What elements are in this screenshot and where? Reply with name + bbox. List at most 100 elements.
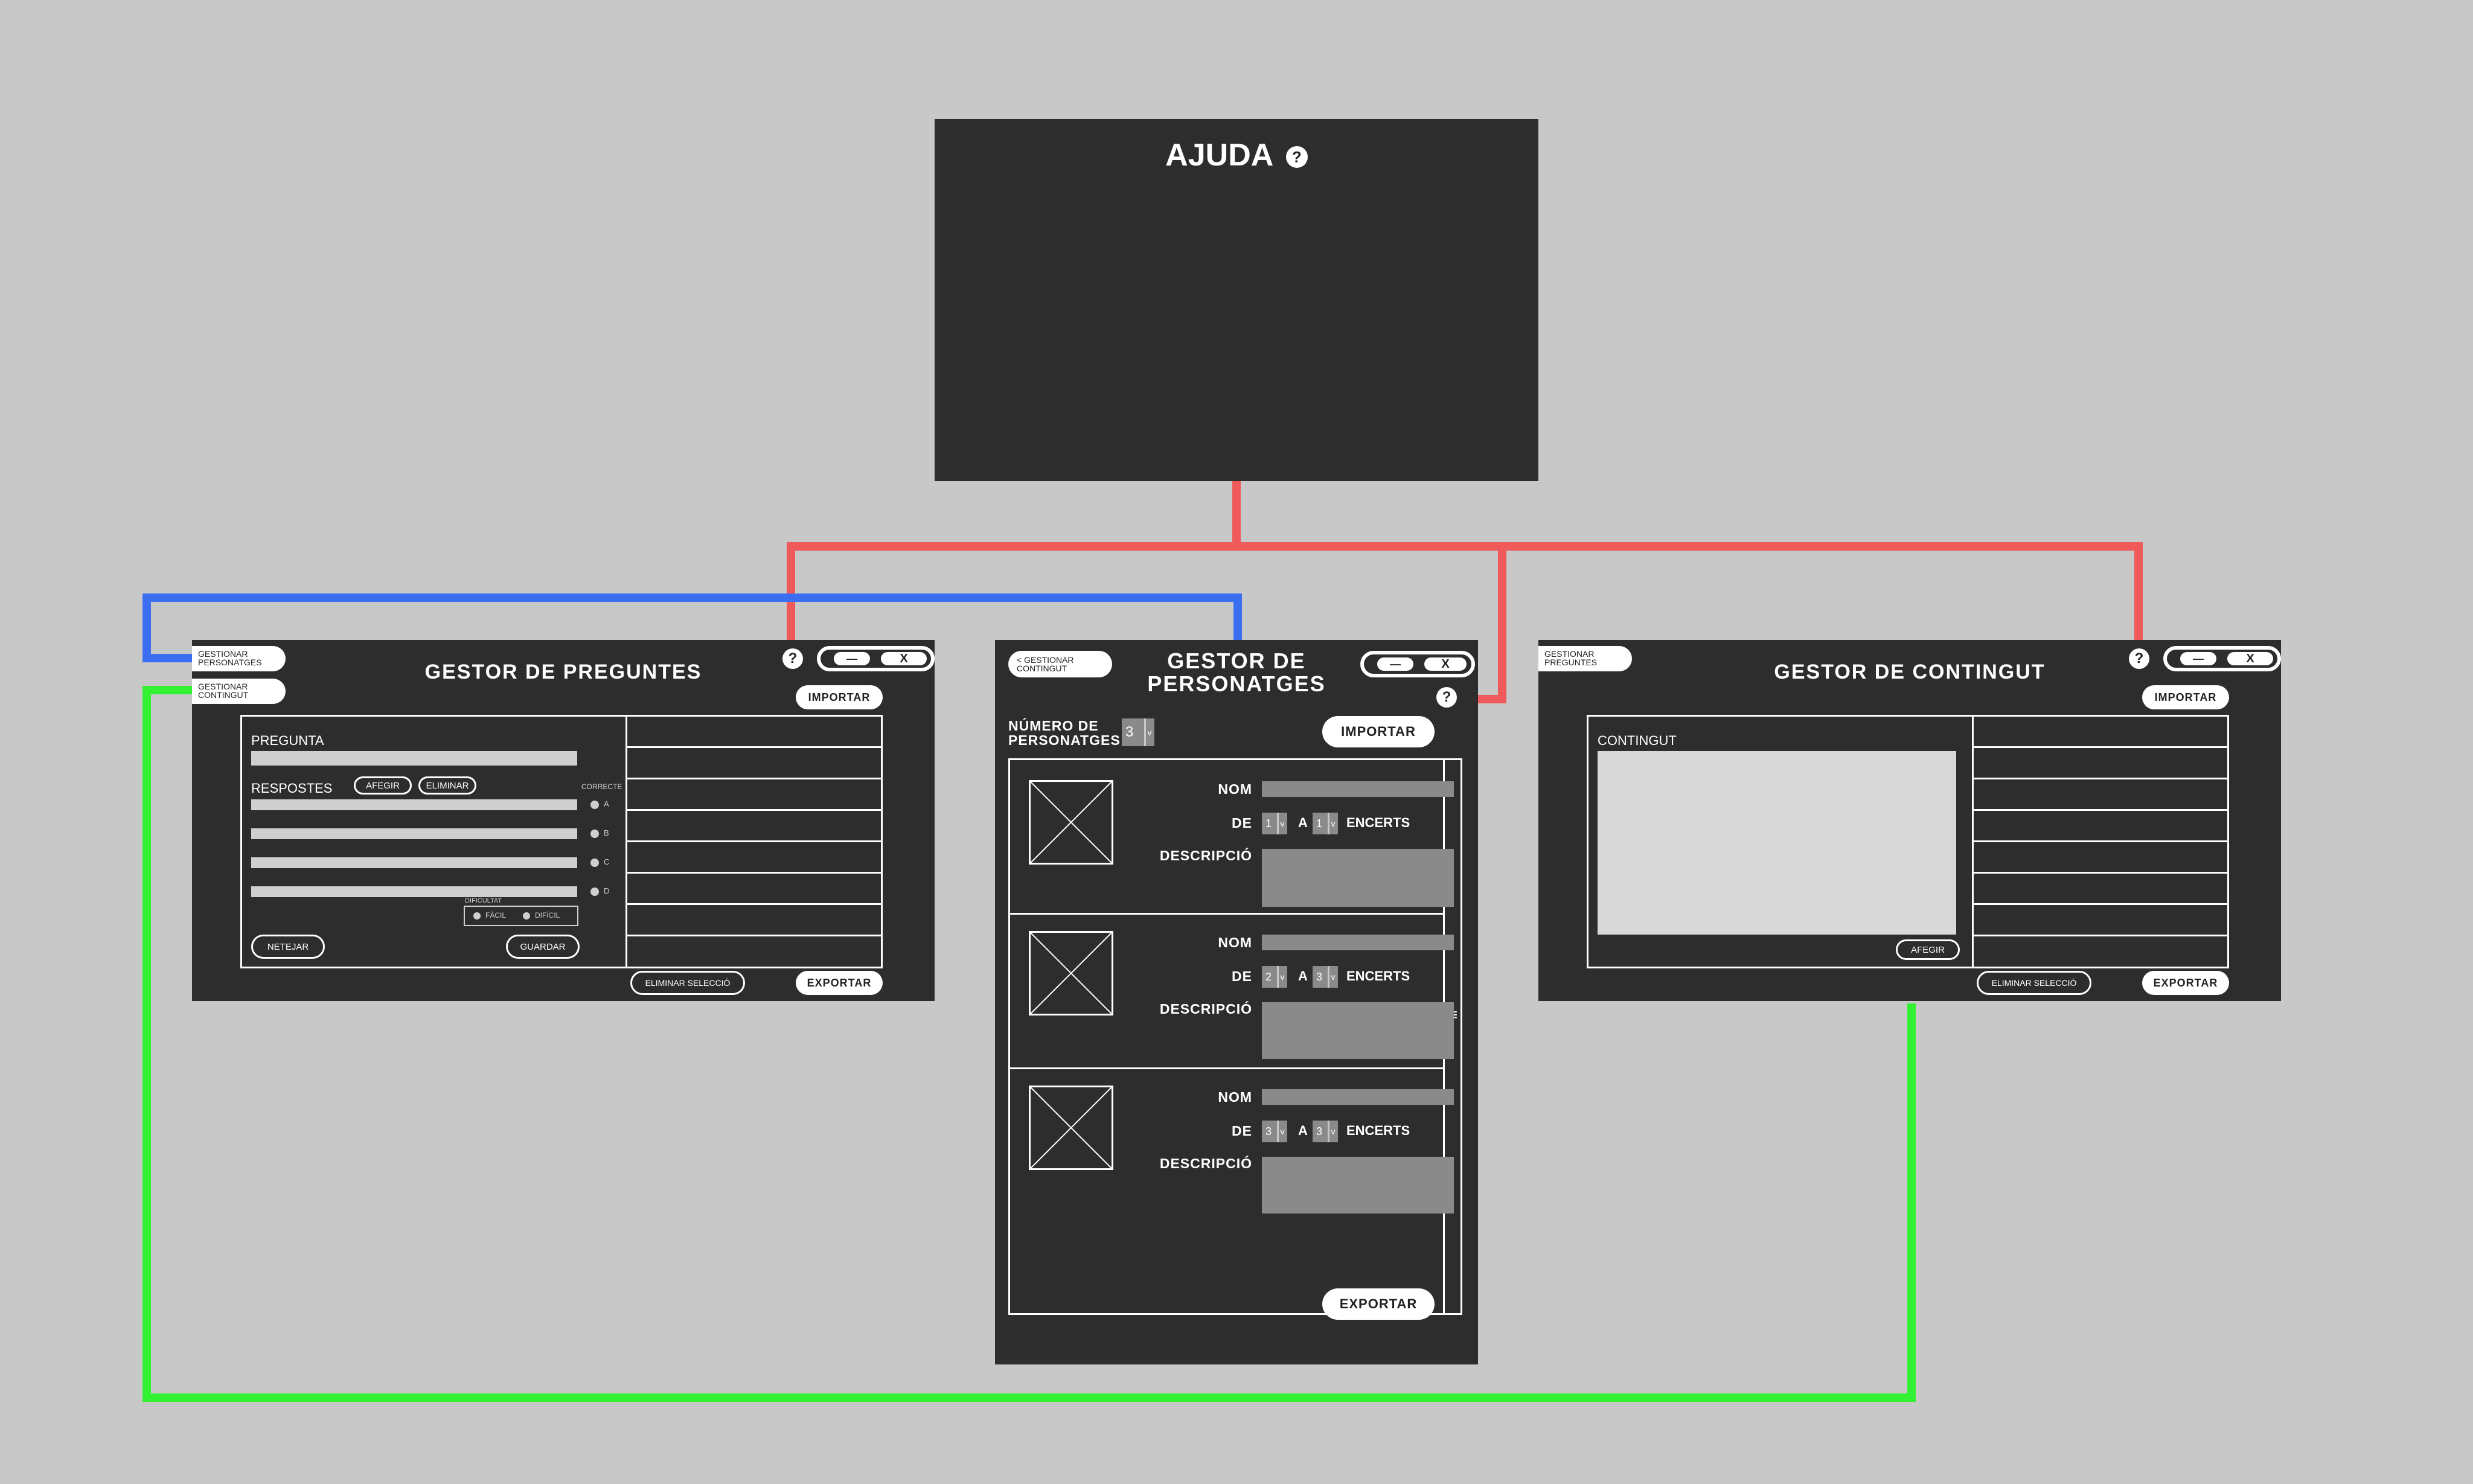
name-input[interactable] bbox=[1262, 935, 1454, 950]
image-placeholder-icon bbox=[1031, 933, 1112, 1014]
export-button[interactable]: EXPORTAR bbox=[2142, 971, 2229, 995]
option-a-label: A bbox=[604, 799, 609, 808]
description-input[interactable] bbox=[1262, 849, 1454, 907]
correct-label: CORRECTE bbox=[581, 782, 622, 791]
delete-selection-button[interactable]: ELIMINAR SELECCIÓ bbox=[630, 971, 745, 995]
image-placeholder-icon bbox=[1031, 782, 1112, 863]
delete-answer-button[interactable]: ELIMINAR bbox=[418, 776, 476, 795]
description-label: DESCRIPCIÓ bbox=[1159, 848, 1252, 863]
correct-radio-b[interactable] bbox=[590, 830, 599, 838]
close-icon[interactable]: X bbox=[2227, 652, 2273, 665]
content-textarea[interactable] bbox=[1598, 751, 1956, 935]
list-row[interactable] bbox=[625, 935, 883, 936]
list-row[interactable] bbox=[1972, 840, 2229, 842]
characters-title-line2: PERSONATGES bbox=[1147, 671, 1326, 696]
list-row[interactable] bbox=[625, 840, 883, 842]
correct-radio-d[interactable] bbox=[590, 888, 599, 896]
character-count-label: NÚMERO DE PERSONATGES bbox=[1008, 718, 1121, 747]
character-count-value: 3 bbox=[1125, 724, 1134, 740]
list-row[interactable] bbox=[625, 903, 883, 905]
export-button[interactable]: EXPORTAR bbox=[796, 971, 883, 995]
import-button[interactable]: IMPORTAR bbox=[1322, 716, 1435, 747]
list-row[interactable] bbox=[625, 809, 883, 811]
character-image-placeholder[interactable] bbox=[1029, 931, 1113, 1015]
name-label: NOM bbox=[1218, 935, 1252, 950]
chevron-down-icon: v bbox=[1328, 1121, 1337, 1142]
correct-radio-a[interactable] bbox=[590, 801, 599, 809]
nav-personatges-tab[interactable]: GESTIONAR PERSONATGES bbox=[192, 646, 286, 671]
save-button[interactable]: GUARDAR bbox=[506, 935, 580, 959]
from-value: 2 bbox=[1265, 970, 1272, 983]
characters-title: GESTOR DE PERSONATGES bbox=[1134, 650, 1339, 696]
answer-input-b[interactable] bbox=[251, 828, 577, 839]
list-row[interactable] bbox=[1972, 809, 2229, 811]
option-d-label: D bbox=[604, 886, 610, 895]
characters-title-line1: GESTOR DE bbox=[1167, 648, 1306, 673]
export-button[interactable]: EXPORTAR bbox=[1322, 1288, 1435, 1320]
back-contingut-button[interactable]: < GESTIONAR CONTINGUT bbox=[1008, 651, 1112, 677]
list-row[interactable] bbox=[1972, 935, 2229, 936]
list-row[interactable] bbox=[1972, 778, 2229, 779]
list-row[interactable] bbox=[1972, 903, 2229, 905]
name-label: NOM bbox=[1218, 1089, 1252, 1105]
help-icon[interactable]: ? bbox=[1285, 146, 1308, 168]
character-card: NOM DE 3 v A 3 v ENCERTS DESCRIPCIÓ bbox=[1008, 1067, 1454, 1222]
description-input[interactable] bbox=[1262, 1157, 1454, 1214]
minimize-icon[interactable]: — bbox=[1377, 657, 1413, 671]
content-window: GESTIONAR PREGUNTES GESTOR DE CONTINGUT … bbox=[1538, 640, 2281, 1001]
character-count-select[interactable]: 3 v bbox=[1122, 718, 1154, 746]
to-value: 3 bbox=[1316, 1125, 1323, 1137]
to-select[interactable]: 1 v bbox=[1313, 813, 1338, 834]
option-c-label: C bbox=[604, 857, 610, 866]
minimize-icon[interactable]: — bbox=[2180, 652, 2216, 665]
content-list bbox=[1972, 715, 2229, 968]
list-row[interactable] bbox=[1972, 746, 2229, 748]
delete-selection-button[interactable]: ELIMINAR SELECCIÓ bbox=[1977, 971, 2091, 995]
list-row[interactable] bbox=[1972, 872, 2229, 874]
difficulty-easy-label: FÀCIL bbox=[485, 911, 507, 920]
hits-label: ENCERTS bbox=[1346, 968, 1410, 983]
clear-button[interactable]: NETEJAR bbox=[251, 935, 325, 959]
close-icon[interactable]: X bbox=[1424, 657, 1467, 671]
description-input[interactable] bbox=[1262, 1002, 1454, 1059]
from-label: DE bbox=[1232, 1123, 1252, 1139]
answer-input-d[interactable] bbox=[251, 886, 577, 897]
from-select[interactable]: 1 v bbox=[1262, 813, 1287, 834]
from-value: 3 bbox=[1265, 1125, 1272, 1137]
answer-input-a[interactable] bbox=[251, 799, 577, 810]
chevron-down-icon: v bbox=[1277, 1121, 1286, 1142]
window-controls: — X bbox=[2163, 646, 2281, 671]
add-answer-button[interactable]: AFEGIR bbox=[354, 776, 412, 795]
name-input[interactable] bbox=[1262, 1089, 1454, 1105]
help-title-text: AJUDA bbox=[1165, 138, 1273, 173]
to-select[interactable]: 3 v bbox=[1313, 1121, 1338, 1142]
minimize-icon[interactable]: — bbox=[834, 652, 870, 665]
description-label: DESCRIPCIÓ bbox=[1159, 1001, 1252, 1017]
help-icon[interactable]: ? bbox=[782, 648, 803, 669]
close-icon[interactable]: X bbox=[881, 652, 927, 665]
from-label: DE bbox=[1232, 968, 1252, 984]
import-button[interactable]: IMPORTAR bbox=[2142, 685, 2229, 709]
help-panel: AJUDA ? bbox=[935, 119, 1538, 481]
list-row[interactable] bbox=[625, 872, 883, 874]
import-button[interactable]: IMPORTAR bbox=[796, 685, 883, 709]
nav-preguntes-tab[interactable]: GESTIONAR PREGUNTES bbox=[1538, 646, 1632, 671]
list-row[interactable] bbox=[625, 778, 883, 779]
answer-input-c[interactable] bbox=[251, 857, 577, 868]
from-label: DE bbox=[1232, 815, 1252, 831]
from-select[interactable]: 3 v bbox=[1262, 1121, 1287, 1142]
to-select[interactable]: 3 v bbox=[1313, 966, 1338, 988]
name-input[interactable] bbox=[1262, 781, 1454, 797]
difficulty-hard-radio[interactable] bbox=[523, 912, 530, 920]
character-image-placeholder[interactable] bbox=[1029, 1086, 1113, 1170]
help-icon[interactable]: ? bbox=[1436, 687, 1457, 708]
question-input[interactable] bbox=[251, 751, 577, 766]
list-row[interactable] bbox=[625, 746, 883, 748]
nav-contingut-tab[interactable]: GESTIONAR CONTINGUT bbox=[192, 679, 286, 704]
from-select[interactable]: 2 v bbox=[1262, 966, 1287, 988]
difficulty-easy-radio[interactable] bbox=[473, 912, 481, 920]
correct-radio-c[interactable] bbox=[590, 859, 599, 867]
character-image-placeholder[interactable] bbox=[1029, 780, 1113, 865]
add-content-button[interactable]: AFEGIR bbox=[1896, 939, 1960, 960]
help-icon[interactable]: ? bbox=[2129, 648, 2149, 669]
